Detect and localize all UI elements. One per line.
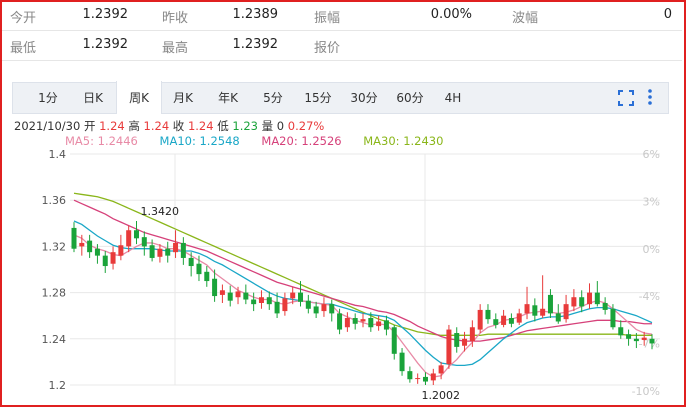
candle-body — [344, 318, 350, 328]
candle-body — [141, 237, 147, 247]
candle-body — [313, 306, 319, 314]
candle-body — [321, 304, 327, 312]
candle-body — [274, 301, 280, 314]
pct-tick-label: 6% — [643, 148, 660, 161]
candle-body — [118, 245, 124, 256]
candle-body — [352, 318, 358, 324]
candle-body — [407, 371, 413, 380]
candle-body — [501, 315, 507, 325]
candle-body — [391, 327, 397, 354]
candle-body — [540, 308, 546, 316]
candle-body — [438, 365, 444, 374]
candle-body — [383, 320, 389, 330]
candle-body — [422, 376, 428, 382]
ma10-line — [73, 220, 653, 367]
candle-body — [376, 321, 382, 327]
candle-body — [157, 248, 163, 257]
candle-body — [547, 294, 553, 314]
candle-body — [626, 334, 632, 339]
candle-body — [204, 271, 210, 282]
candle-body — [633, 338, 639, 342]
y-tick-label: 1.32 — [42, 240, 67, 253]
candle-body — [454, 333, 460, 347]
y-tick-label: 1.36 — [42, 194, 67, 207]
candle-body — [133, 230, 139, 239]
candle-body — [251, 299, 257, 305]
candle-body — [173, 242, 179, 253]
candle-body — [485, 309, 491, 320]
candle-body — [415, 378, 421, 380]
candle-body — [516, 313, 522, 323]
candle-body — [71, 227, 77, 249]
candle-body — [227, 292, 233, 301]
candle-body — [180, 242, 186, 258]
candle-body — [149, 245, 155, 258]
candle-body — [329, 304, 335, 314]
candle-body — [477, 309, 483, 330]
candle-body — [524, 304, 530, 314]
candle-body — [641, 337, 647, 340]
candle-body — [532, 305, 538, 316]
candle-body — [87, 240, 93, 253]
candle-body — [298, 292, 304, 302]
candle-body — [469, 327, 475, 342]
candle-body — [430, 373, 436, 381]
candle-body — [368, 318, 374, 328]
candle-body — [126, 230, 132, 247]
candle-body — [399, 352, 405, 372]
candle-body — [282, 298, 288, 312]
candle-body — [212, 278, 218, 297]
candle-body — [555, 313, 561, 322]
candle-body — [337, 313, 343, 330]
candle-body — [446, 329, 452, 365]
candle-body — [508, 318, 514, 324]
candle-body — [493, 319, 499, 325]
candle-body — [79, 242, 85, 247]
candle-body — [165, 248, 171, 256]
candle-body — [579, 297, 585, 307]
candle-body — [266, 297, 272, 305]
candle-body — [235, 291, 241, 298]
max-price-label: 1.3420 — [140, 205, 179, 218]
candle-body — [360, 319, 366, 322]
candle-body — [571, 297, 577, 307]
pct-tick-label: 3% — [643, 195, 660, 208]
y-tick-label: 1.2 — [49, 379, 67, 392]
pct-tick-label: 0% — [643, 243, 660, 256]
candle-body — [587, 292, 593, 305]
candlestick-chart[interactable]: 1.41.361.321.281.241.26%3%0%-4%-7%-10%1.… — [0, 0, 686, 407]
candle-body — [258, 297, 264, 303]
candle-body — [94, 248, 100, 256]
candle-body — [462, 338, 468, 346]
y-tick-label: 1.24 — [42, 333, 67, 346]
y-tick-label: 1.28 — [42, 287, 67, 300]
candle-body — [188, 257, 194, 267]
candle-body — [196, 263, 202, 275]
candle-body — [610, 308, 616, 328]
candle-body — [305, 300, 311, 309]
candle-body — [110, 252, 116, 264]
candle-body — [243, 292, 249, 300]
candle-body — [563, 304, 569, 320]
candle-body — [618, 327, 624, 336]
candle-body — [102, 255, 108, 267]
candle-body — [290, 292, 296, 299]
pct-tick-label: -10% — [632, 385, 660, 398]
candle-body — [594, 292, 600, 305]
candle-body — [602, 302, 608, 310]
y-tick-label: 1.4 — [49, 148, 67, 161]
min-price-label: 1.2002 — [421, 389, 460, 402]
pct-tick-label: -4% — [639, 290, 660, 303]
candle-body — [649, 338, 655, 344]
candle-body — [219, 290, 225, 295]
